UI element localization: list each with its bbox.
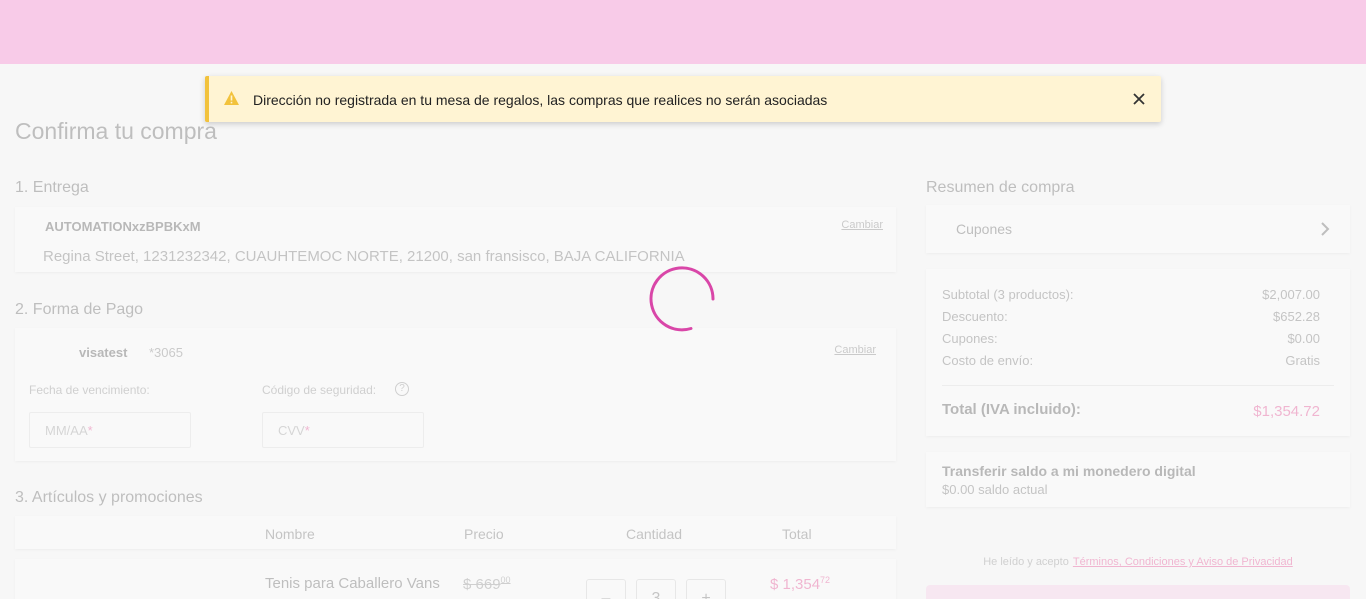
summary-value: $0.00 bbox=[1287, 331, 1320, 346]
close-icon[interactable] bbox=[1131, 91, 1147, 107]
summary-label: Descuento: bbox=[942, 309, 1008, 324]
page-title: Confirma tu compra bbox=[15, 118, 217, 144]
delivery-card: AUTOMATIONxzBPBKxM Cambiar Regina Street… bbox=[15, 207, 896, 272]
pay-button[interactable] bbox=[926, 585, 1350, 599]
summary-value: $652.28 bbox=[1273, 309, 1320, 324]
chevron-right-icon bbox=[1321, 222, 1330, 236]
column-header-price: Precio bbox=[464, 526, 504, 542]
expiry-label: Fecha de vencimiento: bbox=[29, 383, 150, 397]
summary-section-title: Resumen de compra bbox=[926, 179, 1075, 196]
required-mark: * bbox=[87, 423, 93, 438]
summary-row-subtotal: Subtotal (3 productos): $2,007.00 bbox=[942, 287, 1320, 302]
product-old-price: $ 66900 bbox=[463, 575, 511, 593]
wallet-card[interactable]: Transferir saldo a mi monedero digital $… bbox=[926, 452, 1350, 507]
wallet-balance: $0.00 saldo actual bbox=[942, 482, 1048, 497]
change-payment-link[interactable]: Cambiar bbox=[834, 344, 876, 356]
loading-spinner-icon bbox=[649, 266, 715, 332]
security-code-label: Código de seguridad: bbox=[262, 383, 377, 397]
summary-label: Costo de envío: bbox=[942, 353, 1034, 368]
total-value: $1,354.72 bbox=[1253, 403, 1320, 420]
wallet-title: Transferir saldo a mi monedero digital bbox=[942, 463, 1196, 479]
summary-value: $2,007.00 bbox=[1262, 287, 1320, 302]
summary-label: Cupones: bbox=[942, 331, 998, 346]
column-header-quantity: Cantidad bbox=[626, 526, 683, 542]
payment-section-title: 2. Forma de Pago bbox=[15, 301, 144, 318]
total-amount: $ 1,354 bbox=[770, 576, 821, 593]
total-cents: 72 bbox=[820, 575, 831, 585]
summary-row-discount: Descuento: $652.28 bbox=[942, 309, 1320, 324]
site-header bbox=[0, 0, 1366, 64]
alert-message: Dirección no registrada en tu mesa de re… bbox=[253, 92, 828, 108]
card-last-digits: *3065 bbox=[149, 345, 183, 360]
delivery-address: Regina Street, 1231232342, CUAUHTEMOC NO… bbox=[43, 248, 685, 265]
old-price-amount: $ 669 bbox=[463, 576, 501, 593]
cvv-input[interactable]: CVV* bbox=[262, 412, 424, 448]
summary-row-shipping: Costo de envío: Gratis bbox=[942, 353, 1320, 368]
delivery-section-title: 1. Entrega bbox=[15, 179, 89, 196]
items-table-header: Nombre Precio Cantidad Total bbox=[15, 516, 896, 549]
expiry-placeholder: MM/AA bbox=[45, 423, 88, 438]
terms-link[interactable]: Términos, Condiciones y Aviso de Privaci… bbox=[1073, 556, 1293, 568]
terms-prefix: He leído y acepto bbox=[983, 556, 1069, 568]
quantity-value[interactable]: 3 bbox=[636, 579, 676, 599]
product-name[interactable]: Tenis para Caballero Vans bbox=[265, 575, 440, 592]
product-total: $ 1,35472 bbox=[770, 575, 830, 593]
required-mark: * bbox=[304, 423, 310, 438]
change-address-link[interactable]: Cambiar bbox=[841, 219, 883, 231]
summary-divider bbox=[942, 385, 1334, 386]
old-price-cents: 00 bbox=[500, 575, 511, 585]
increase-quantity-button[interactable]: + bbox=[686, 579, 726, 599]
help-icon[interactable]: ? bbox=[395, 382, 409, 396]
summary-value: Gratis bbox=[1285, 353, 1320, 368]
column-header-total: Total bbox=[782, 526, 812, 542]
summary-card: Subtotal (3 productos): $2,007.00 Descuen… bbox=[926, 269, 1350, 436]
table-row: Tenis para Caballero Vans $ 66900 – 3 + … bbox=[15, 559, 896, 599]
warning-icon bbox=[224, 91, 239, 105]
summary-label: Subtotal (3 productos): bbox=[942, 287, 1074, 302]
cvv-placeholder: CVV bbox=[278, 423, 305, 438]
items-section-title: 3. Artículos y promociones bbox=[15, 489, 203, 506]
total-label: Total (IVA incluido): bbox=[942, 401, 1081, 418]
decrease-quantity-button[interactable]: – bbox=[586, 579, 626, 599]
card-brand: visatest bbox=[79, 345, 128, 360]
column-header-name: Nombre bbox=[265, 526, 315, 542]
terms-text: He leído y acepto Términos, Condiciones y… bbox=[926, 556, 1350, 568]
summary-row-coupons: Cupones: $0.00 bbox=[942, 331, 1320, 346]
warning-alert: Dirección no registrada en tu mesa de re… bbox=[205, 76, 1161, 122]
recipient-name: AUTOMATIONxzBPBKxM bbox=[45, 219, 201, 234]
coupons-label: Cupones bbox=[956, 221, 1013, 237]
payment-card: visatest *3065 Cambiar Fecha de vencimie… bbox=[15, 328, 896, 461]
expiry-input[interactable]: MM/AA* bbox=[29, 412, 191, 448]
coupons-card[interactable]: Cupones bbox=[926, 205, 1350, 253]
